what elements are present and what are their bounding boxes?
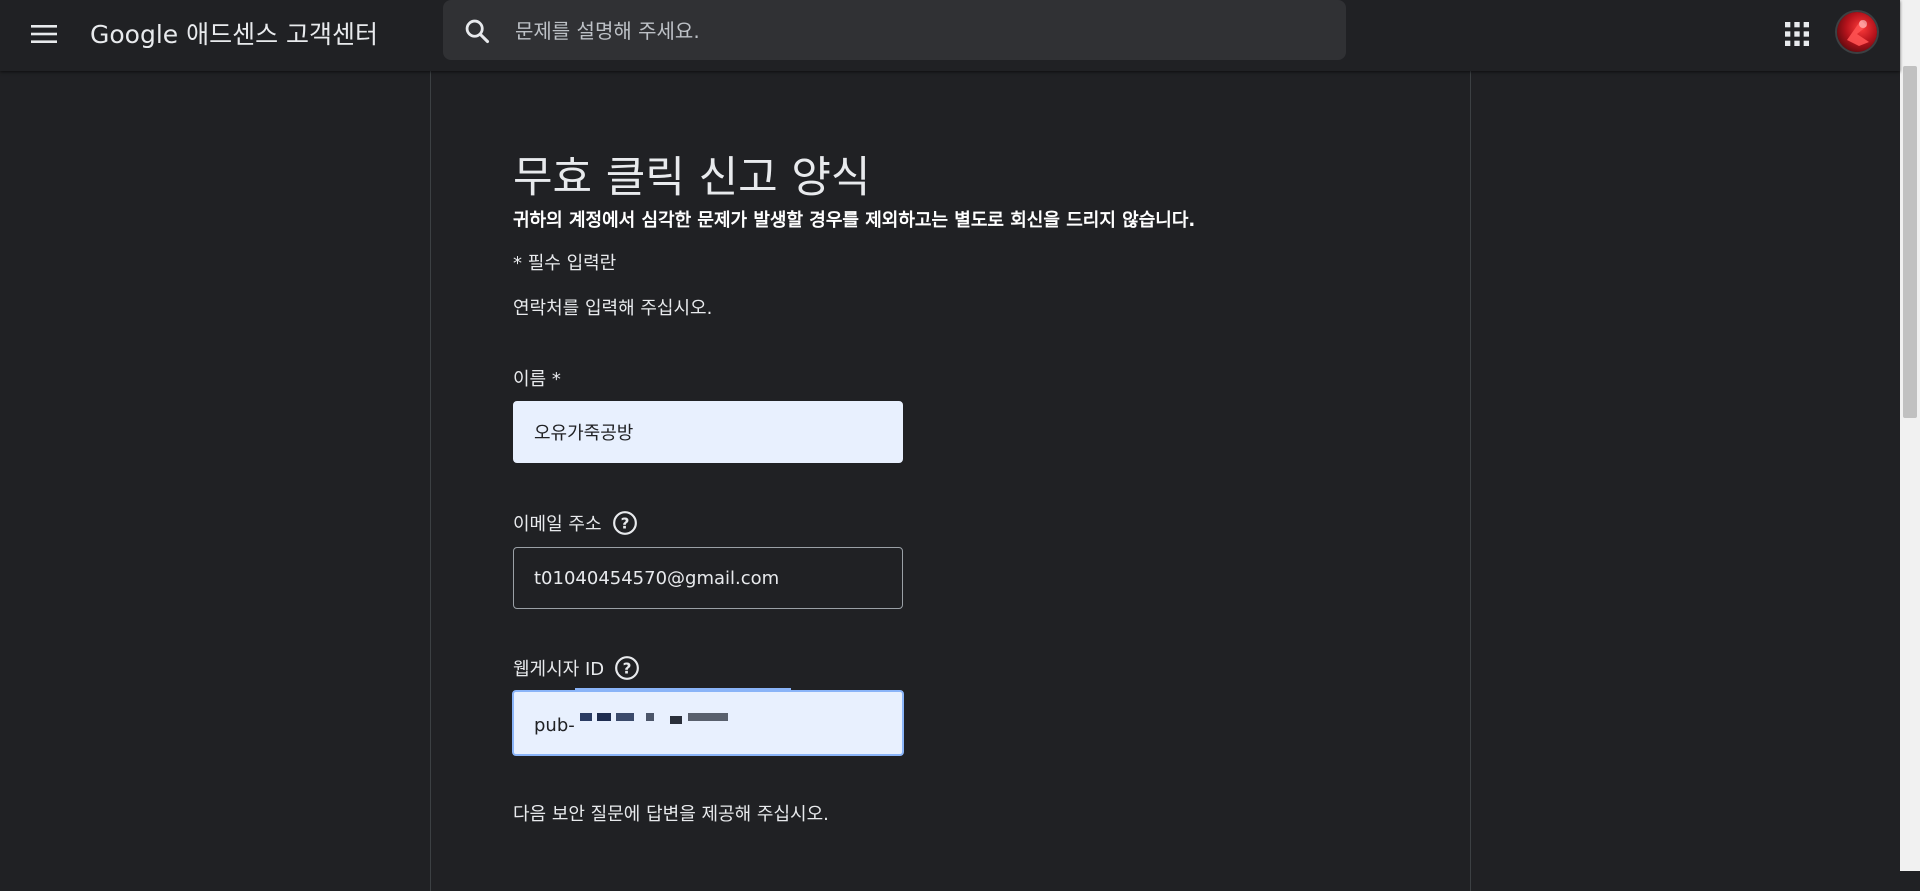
email-field[interactable]: [513, 547, 903, 609]
publisher-id-field[interactable]: pub-: [512, 690, 904, 756]
name-label-text: 이름 *: [513, 369, 561, 390]
redacted-block: [645, 713, 654, 721]
redacted-block: [579, 713, 592, 721]
redacted-block: [669, 716, 682, 724]
svg-text:?: ?: [623, 659, 632, 677]
scrollbar[interactable]: [1900, 0, 1920, 871]
publisher-id-prefix: pub-: [534, 714, 575, 736]
apps-grid-icon[interactable]: [1781, 18, 1813, 50]
menu-icon: [31, 25, 57, 43]
publisher-id-label-text: 웹게시자 ID: [513, 659, 605, 680]
page-title: 무효 클릭 신고 양식: [513, 153, 871, 203]
security-question-intro: 다음 보안 질문에 답변을 제공해 주십시오.: [513, 804, 829, 825]
search-input[interactable]: [513, 0, 1317, 62]
contact-intro-text: 연락처를 입력해 주십시오.: [513, 298, 713, 319]
redacted-block: [615, 713, 634, 721]
search-bar[interactable]: [443, 0, 1346, 62]
avatar[interactable]: [1837, 12, 1877, 52]
help-circle-icon[interactable]: ?: [612, 510, 638, 536]
publisher-id-label: 웹게시자 ID ?: [513, 655, 640, 681]
top-app-bar: Google 애드센스 고객센터: [0, 0, 1900, 71]
menu-button[interactable]: [26, 16, 62, 52]
avatar-image: [1847, 20, 1869, 46]
email-label-text: 이메일 주소: [513, 514, 602, 535]
brand-title[interactable]: Google 애드센스 고객센터: [90, 15, 378, 51]
name-label: 이름 *: [513, 365, 561, 391]
redacted-block: [687, 713, 728, 721]
redacted-block: [596, 713, 611, 721]
search-icon[interactable]: [463, 17, 491, 45]
publisher-id-value: pub-: [534, 692, 728, 758]
scrollbar-thumb[interactable]: [1903, 66, 1917, 418]
required-fields-note: * 필수 입력란: [513, 253, 617, 274]
svg-text:?: ?: [620, 514, 629, 532]
reply-notice: 귀하의 계정에서 심각한 문제가 발생할 경우를 제외하고는 별도로 회신을 드…: [513, 210, 1196, 231]
email-label: 이메일 주소 ?: [513, 510, 638, 536]
help-circle-icon[interactable]: ?: [614, 655, 640, 681]
name-field[interactable]: [513, 401, 903, 463]
